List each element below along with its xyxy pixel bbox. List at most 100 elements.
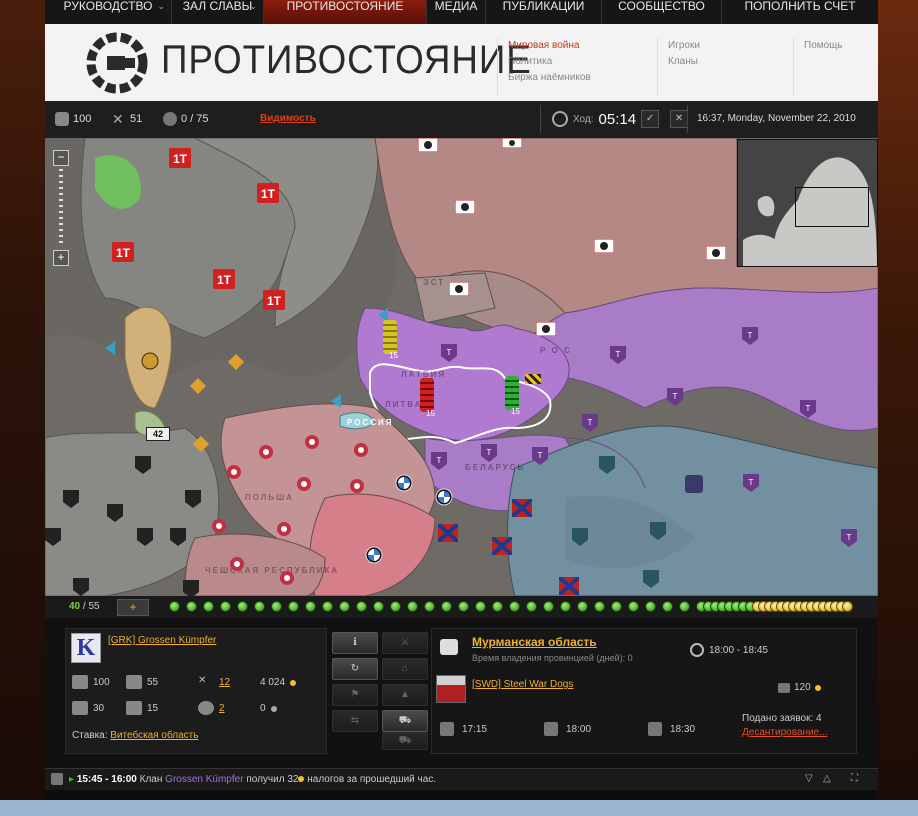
expand-icon[interactable]: ⛶: [851, 773, 858, 784]
battle-count-value: 51: [130, 113, 143, 125]
army-stack-red[interactable]: 15: [420, 378, 435, 418]
army-count: 15: [426, 409, 435, 418]
link-players[interactable]: Игроки: [668, 38, 783, 54]
clan-bid: Ставка: Витебская область: [72, 730, 198, 741]
header-links-players: Игроки Кланы: [657, 38, 783, 96]
clan-stat-turns: 15: [126, 701, 158, 715]
enemy-clan-emblem[interactable]: [436, 675, 466, 703]
region-label: РОССИЯ: [347, 418, 394, 427]
tank-button[interactable]: ⛟: [382, 732, 428, 750]
flag-icon: [198, 701, 214, 715]
landing-link[interactable]: Десантирование...: [742, 727, 827, 738]
flag-button[interactable]: ⚑: [332, 684, 378, 706]
clan-wars-logo[interactable]: [85, 32, 149, 94]
ticker-text: налогов за прошедший час.: [307, 774, 437, 785]
retreat-button[interactable]: ⇆: [332, 710, 378, 732]
clan-marker-badge[interactable]: 42: [146, 427, 170, 441]
taskbar: [0, 800, 918, 816]
visibility-link[interactable]: Видимость: [260, 113, 316, 124]
move-button[interactable]: ↻: [332, 658, 378, 680]
link-mercenary-exchange[interactable]: Биржа наёмников: [508, 70, 658, 86]
nav-topup[interactable]: ПОПОЛНИТЬ СЧЕТ: [722, 0, 878, 24]
zoom-in-button[interactable]: +: [53, 250, 69, 266]
map-icon: [72, 701, 88, 715]
progress-dot-empty: [842, 601, 853, 612]
world-map[interactable]: ЭСТ ЛАТВИЯ ЛИТВА БЕЛАРУСЬ ПОЛЬША ЧЕШСКАЯ…: [45, 138, 878, 596]
link-help[interactable]: Помощь: [804, 38, 874, 54]
bid-region-link[interactable]: Витебская область: [110, 730, 198, 741]
scroll-up-icon[interactable]: △: [823, 773, 831, 784]
clan-stat-value: 100: [93, 676, 110, 688]
enemy-bid-value: 120: [794, 682, 811, 693]
zoom-out-button[interactable]: −: [53, 150, 69, 166]
link-world-war[interactable]: Мировая война: [508, 38, 658, 54]
bid-icon: [778, 682, 790, 693]
attack-button[interactable]: ⚔: [382, 632, 428, 654]
army-stack-green[interactable]: 15: [505, 376, 520, 416]
close-button[interactable]: ✕: [670, 110, 689, 128]
chevron-down-icon: ⌄: [249, 1, 257, 11]
link-clans[interactable]: Кланы: [668, 54, 783, 70]
fortify-button[interactable]: ▲: [382, 684, 428, 706]
clan-name-link[interactable]: [GRK] Grossen Kümpfer: [108, 635, 216, 646]
add-button[interactable]: +: [117, 599, 149, 616]
svg-text:T: T: [616, 350, 621, 359]
schedule-time: 17:15: [462, 723, 488, 735]
progress-dot-filled: [407, 601, 418, 612]
svg-text:T: T: [588, 418, 593, 427]
nav-hall-label: ЗАЛ СЛАВЫ: [182, 0, 253, 13]
minimap[interactable]: [737, 139, 878, 267]
ticker-clan[interactable]: Grossen Kümpfer: [165, 774, 243, 785]
zoom-slider[interactable]: [59, 169, 63, 247]
bid-label: Ставка:: [72, 730, 108, 741]
site-header: ПРОТИВОСТОЯНИЕ Мировая война Политика Би…: [45, 24, 878, 102]
clan-flags-link[interactable]: 2: [219, 703, 225, 714]
progress-dot-filled: [424, 601, 435, 612]
progress-dot-filled: [186, 601, 197, 612]
link-politics[interactable]: Политика: [508, 54, 658, 70]
ticker-message: ▸ 15:45 - 16:00 Клан Grossen Kümpfer пол…: [69, 774, 436, 785]
progress-dot-filled: [594, 601, 605, 612]
nav-hall-of-fame[interactable]: ЗАЛ СЛАВЫ ⌄: [172, 0, 264, 24]
turn-timer: Ход: 05:14 ✓ ✕: [552, 110, 689, 128]
nav-media[interactable]: МЕДИА: [427, 0, 486, 24]
nav-media-label: МЕДИА: [434, 0, 478, 13]
clan-emblem[interactable]: K: [71, 633, 101, 663]
progress-dot-filled: [373, 601, 384, 612]
clan-battles-link[interactable]: 12: [219, 677, 230, 688]
nav-publications[interactable]: ПУБЛИКАЦИИ: [486, 0, 602, 24]
shield-icon: [51, 773, 63, 785]
province-count-value: 0 / 75: [181, 113, 209, 125]
hq-marker-icon[interactable]: [685, 475, 703, 493]
tanks-icon: [72, 675, 88, 689]
clan-stat-battles: ✕ 12: [198, 675, 230, 689]
nav-community[interactable]: СООБЩЕСТВО: [602, 0, 722, 24]
info-panel: K [GRK] Grossen Kümpfer 100 55 ✕ 12 4 024…: [45, 618, 878, 768]
crossed-swords-icon: [544, 722, 558, 736]
enemy-clan-link[interactable]: [SWD] Steel War Dogs: [472, 679, 573, 690]
nav-guide[interactable]: РУКОВОДСТВО ⌄: [45, 0, 172, 24]
nav-topup-label: ПОПОЛНИТЬ СЧЕТ: [744, 0, 856, 13]
battle-marker-icon[interactable]: [525, 374, 541, 384]
region-label: ПОЛЬША: [245, 493, 294, 502]
progress-dot-filled: [475, 601, 486, 612]
minimap-viewport[interactable]: [795, 187, 869, 227]
check-button[interactable]: ✓: [641, 110, 660, 128]
territory-icon: [126, 701, 142, 715]
info-button[interactable]: ℹ: [332, 632, 378, 654]
svg-text:T: T: [673, 392, 678, 401]
land-button[interactable]: ⛟: [382, 710, 428, 732]
army-stack-yellow[interactable]: 15: [383, 320, 398, 360]
progress-dot-filled: [169, 601, 180, 612]
progress-dot-filled: [526, 601, 537, 612]
scroll-down-icon[interactable]: ▽: [805, 773, 813, 784]
battle-count: ✕ 51: [112, 112, 142, 126]
nav-clan-wars[interactable]: ПРОТИВОСТОЯНИЕ: [264, 0, 427, 24]
status-bar: 100 ✕ 51 0 / 75 Видимость Ход: 05:14 ✓ ✕…: [45, 101, 878, 139]
clock-icon: [690, 643, 704, 657]
clan-stat-map: 30: [72, 701, 104, 715]
progress-dot-filled: [509, 601, 520, 612]
province-name-link[interactable]: Мурманская область: [472, 635, 597, 649]
turn-time: 05:14: [598, 110, 637, 128]
hangar-button[interactable]: ⌂: [382, 658, 428, 680]
